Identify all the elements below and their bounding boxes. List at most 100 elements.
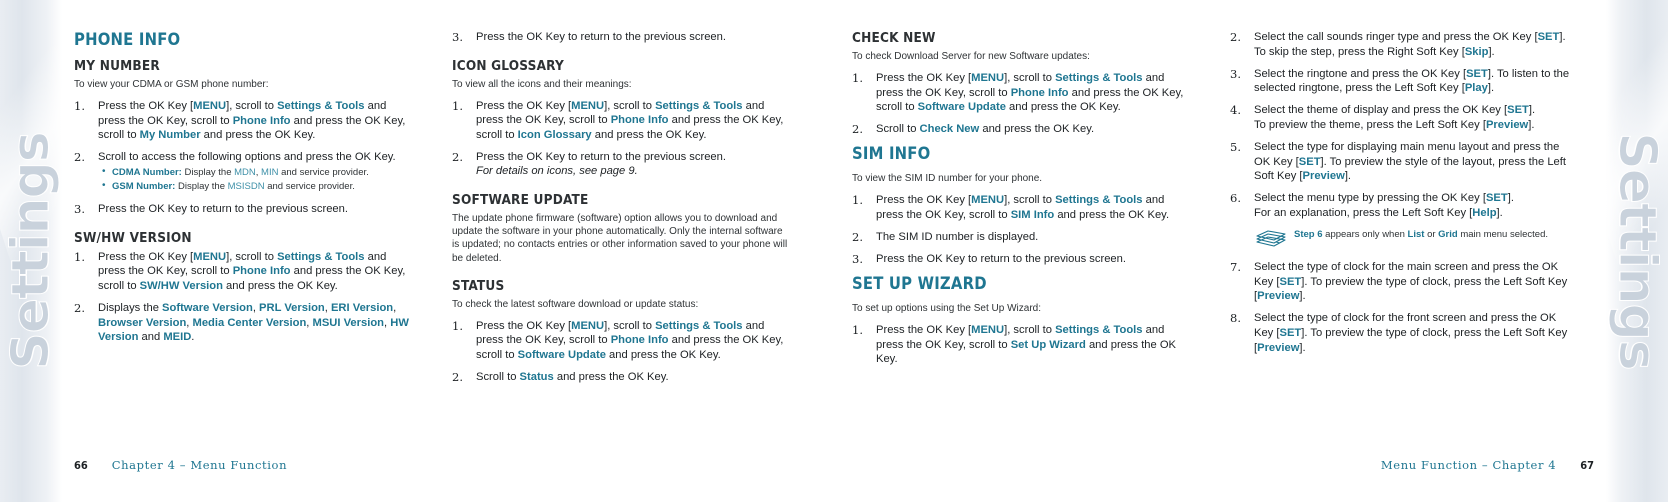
option-bullet: GSM Number: Display the MSISDN and servi… — [102, 181, 414, 194]
section-heading: STATUS — [452, 277, 505, 294]
section-heading: MY NUMBER — [74, 58, 160, 74]
side-tab-label: Settings — [1607, 132, 1668, 370]
step-item: 7. Select the type of clock for the main … — [1230, 260, 1570, 304]
col2-sections: ICON GLOSSARY To view all the icons and t… — [452, 58, 792, 385]
step-number: 8. — [1230, 311, 1241, 326]
note-text: Step 6 appears only when List or Grid ma… — [1294, 229, 1548, 241]
step-item: 1. Press the OK Key [MENU], scroll to Set… — [852, 193, 1192, 222]
step-number: 1. — [452, 318, 463, 333]
step-item: 2. Scroll to access the following options… — [74, 150, 414, 194]
step-item: 1. Press the OK Key [MENU], scroll to Set… — [452, 319, 792, 363]
step-number: 1. — [852, 193, 863, 208]
step-text: Press the OK Key [MENU], scroll to Setti… — [476, 319, 784, 362]
step-list: 1. Press the OK Key [MENU], scroll to Set… — [74, 250, 414, 345]
step-number: 2. — [452, 149, 463, 164]
step-number: 3. — [74, 202, 85, 217]
step-number: 2. — [452, 370, 463, 385]
step-number: 1. — [852, 71, 863, 85]
step-item: 1. Press the OK Key [MENU], scroll to Set… — [452, 99, 792, 143]
footer-left-text: Chapter 4 – Menu Function — [111, 458, 288, 472]
step-list: 1. Press the OK Key [MENU], scroll to Set… — [452, 99, 792, 179]
step-number: 3. — [1230, 66, 1241, 81]
step-list: 1. Press the OK Key [MENU], scroll to Set… — [852, 71, 1192, 137]
step-text: Scroll to Status and press the OK Key. — [476, 371, 669, 384]
side-tab-right: Settings — [1606, 0, 1668, 502]
step-list: 1. Press the OK Key [MENU], scroll to Set… — [852, 193, 1192, 266]
footer-right-text: Menu Function – Chapter 4 — [1380, 458, 1557, 472]
lead-step-list: 3. Press the OK Key to return to the prev… — [452, 30, 792, 45]
step-list: 1. Press the OK Key [MENU], scroll to Set… — [852, 323, 1192, 367]
step-item: 2. Press the OK Key to return to the prev… — [452, 150, 792, 179]
section-intro: To check Download Server for new Softwar… — [852, 51, 1090, 62]
page-left: PHONE INFO MY NUMBER To view your CDMA or… — [0, 0, 834, 502]
step-number: 1. — [852, 323, 863, 338]
page-title-phone-info: PHONE INFO — [74, 30, 181, 49]
step-item: 2. Scroll to Check New and press the OK K… — [852, 122, 1192, 137]
section-heading: SIM INFO — [852, 144, 931, 164]
step-list: 1. Press the OK Key [MENU], scroll to Set… — [74, 99, 414, 217]
section-intro: To set up options using the Set Up Wizar… — [852, 303, 1041, 315]
step-text: Select the type of clock for the main sc… — [1254, 261, 1568, 303]
step-text: Press the OK Key to return to the previo… — [476, 31, 726, 43]
step-text: Press the OK Key [MENU], scroll to Setti… — [476, 99, 784, 141]
step-text: Scroll to access the following options a… — [98, 151, 396, 164]
step-text: Press the OK Key to return to the previo… — [98, 203, 348, 216]
step-number: 6. — [1230, 191, 1241, 206]
step-text: Press the OK Key [MENU], scroll to Setti… — [876, 72, 1184, 114]
step-text: Select the theme of display and press th… — [1254, 104, 1536, 131]
section-heading: SET UP WIZARD — [852, 274, 987, 294]
section-heading: SW/HW VERSION — [74, 229, 192, 246]
step-text: Press the OK Key [MENU], scroll to Setti… — [98, 100, 406, 142]
step-item: 3. Select the ringtone and press the OK K… — [1230, 67, 1570, 96]
step-text: Scroll to Check New and press the OK Key… — [876, 123, 1095, 136]
step-item: 3. Press the OK Key to return to the prev… — [74, 202, 414, 217]
step-text: Select the ringtone and press the OK Key… — [1254, 67, 1570, 95]
step-number: 1. — [452, 98, 463, 113]
note-callout: Step 6 appears only when List or Grid ma… — [1254, 228, 1570, 250]
column-sim-info: CHECK NEW To check Download Server for ne… — [852, 30, 1192, 422]
section-intro: To view your CDMA or GSM phone number: — [74, 79, 269, 90]
step-item: 4. Select the theme of display and press … — [1230, 103, 1570, 132]
footer-left: 66 Chapter 4 – Menu Function — [74, 458, 287, 472]
column-icon-glossary: 3. Press the OK Key to return to the prev… — [452, 30, 792, 422]
page-left-columns: PHONE INFO MY NUMBER To view your CDMA or… — [74, 30, 816, 422]
page-number-left: 66 — [74, 459, 88, 472]
step-item: 2. Scroll to Status and press the OK Key. — [452, 370, 792, 385]
step-text: Press the OK Key [MENU], scroll to Setti… — [876, 324, 1177, 366]
page-right: CHECK NEW To check Download Server for ne… — [834, 0, 1668, 502]
step-number: 2. — [852, 122, 863, 137]
step-number: 2. — [852, 230, 863, 245]
step-text: Select the type of clock for the front s… — [1254, 312, 1568, 354]
step-item: 1. Press the OK Key [MENU], scroll to Set… — [852, 323, 1192, 367]
step-text: Press the OK Key [MENU], scroll to Setti… — [876, 194, 1170, 221]
step-item: 1. Press the OK Key [MENU], scroll to Set… — [852, 71, 1192, 115]
section-paragraph: The update phone firmware (software) opt… — [452, 213, 788, 264]
section-heading: ICON GLOSSARY — [452, 57, 564, 74]
section-intro: To check the latest software download or… — [452, 298, 699, 310]
step-number: 7. — [1230, 260, 1241, 275]
step-number: 1. — [74, 99, 85, 113]
step-text: The SIM ID number is displayed. — [876, 231, 1039, 244]
step-text: Press the OK Key to return to the previo… — [476, 150, 726, 178]
step-item: 1. Press the OK Key [MENU], scroll to Set… — [74, 99, 414, 143]
section-intro: To view the SIM ID number for your phone… — [852, 173, 1043, 185]
col1-sections: MY NUMBER To view your CDMA or GSM phone … — [74, 58, 414, 345]
step-item: 2. Displays the Software Version, PRL Ver… — [74, 301, 414, 345]
step-item: 3. Press the OK Key to return to the prev… — [852, 252, 1192, 267]
option-bullet: CDMA Number: Display the MDN, MIN and se… — [102, 166, 414, 180]
col4-steps: 2. Select the call sounds ringer type and… — [1230, 30, 1570, 355]
step-list: 1. Press the OK Key [MENU], scroll to Set… — [452, 319, 792, 385]
col3-sections: CHECK NEW To check Download Server for ne… — [852, 30, 1192, 367]
step-number: 2. — [1230, 30, 1241, 44]
section-heading: SOFTWARE UPDATE — [452, 192, 589, 209]
note-pages-icon — [1254, 228, 1288, 248]
step-item: 2. Select the call sounds ringer type and… — [1230, 30, 1570, 59]
step-text: Press the OK Key [MENU], scroll to Setti… — [98, 250, 406, 292]
step-text: Press the OK Key to return to the previo… — [876, 253, 1126, 266]
page-number-right: 67 — [1580, 459, 1594, 472]
column-setup-wizard-steps: 2. Select the call sounds ringer type and… — [1230, 30, 1570, 422]
step-number: 3. — [452, 30, 463, 44]
step-item: 1. Press the OK Key [MENU], scroll to Set… — [74, 250, 414, 294]
step-item: 3. Press the OK Key to return to the prev… — [452, 30, 792, 45]
section-intro: To view all the icons and their meanings… — [452, 78, 632, 90]
